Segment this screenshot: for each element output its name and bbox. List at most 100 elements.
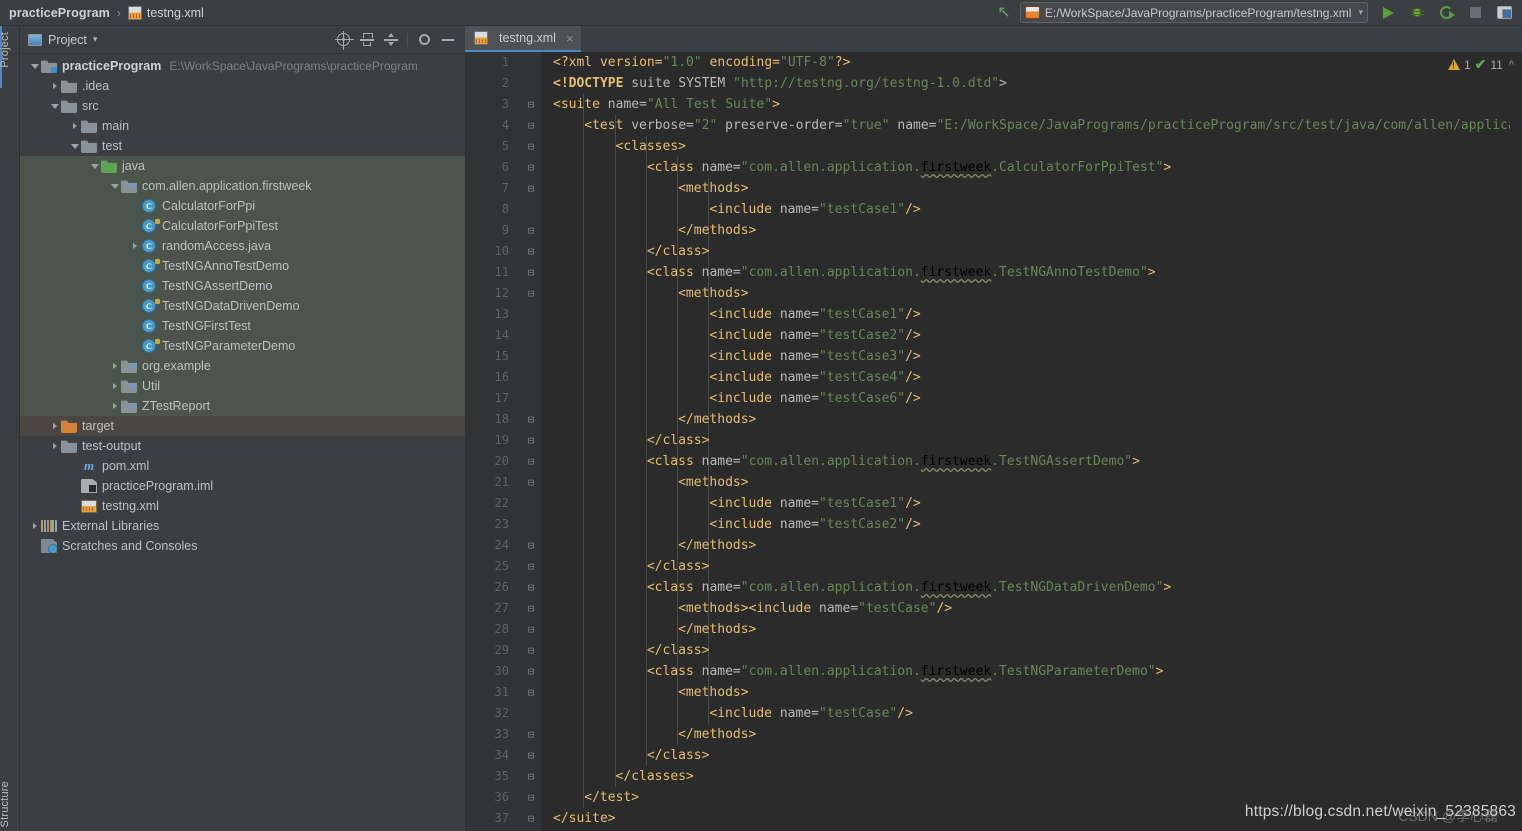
fold-marker-icon[interactable]: ⊟ [525,535,537,556]
debug-button[interactable] [1404,2,1430,24]
collapse-all-icon[interactable] [356,29,378,51]
tree-item-ztestreport[interactable]: ZTestReport [20,396,465,416]
run-configuration-selector[interactable]: N E:/WorkSpace/JavaPrograms/practiceProg… [1019,2,1368,23]
chevron-right-icon[interactable] [48,443,61,449]
fold-marker-icon[interactable]: ⊟ [525,577,537,598]
code-lines[interactable]: 1 <?xml version="1.0" encoding="UTF-8"?> 2… [465,52,1522,831]
code-line[interactable]: 21 ⊟ <methods> [465,472,1522,493]
fold-marker-icon[interactable]: ⊟ [525,262,537,283]
hide-panel-icon[interactable] [437,29,459,51]
tree-item-org-example[interactable]: org.example [20,356,465,376]
fold-marker-icon[interactable]: ⊟ [525,157,537,178]
select-opened-file-icon[interactable] [332,29,354,51]
chevron-down-icon[interactable]: ▾ [93,34,98,45]
code-line[interactable]: 8 <include name="testCase1"/> [465,199,1522,220]
code-line[interactable]: 26 ⊟ <class name="com.allen.application.fi… [465,577,1522,598]
project-tree[interactable]: practiceProgram E:\WorkSpace\JavaPrograms… [20,54,465,831]
fold-marker-icon[interactable]: ⊟ [525,136,537,157]
code-line[interactable]: 18 ⊟ </methods> [465,409,1522,430]
tree-item-calculatorforppi[interactable]: C CalculatorForPpi [20,196,465,216]
code-line[interactable]: 29 ⊟ </class> [465,640,1522,661]
code-line[interactable]: 31 ⊟ <methods> [465,682,1522,703]
editor-scrollbar[interactable] [1510,52,1522,831]
fold-marker-icon[interactable]: ⊟ [525,640,537,661]
code-line[interactable]: 14 <include name="testCase2"/> [465,325,1522,346]
tree-item-randomaccess-java[interactable]: CrandomAccess.java [20,236,465,256]
code-line[interactable]: 19 ⊟ </class> [465,430,1522,451]
close-icon[interactable]: × [566,31,574,46]
back-arrow-icon[interactable]: ↖ [991,2,1017,24]
code-editor[interactable]: 1 <?xml version="1.0" encoding="UTF-8"?> 2… [465,52,1522,831]
breadcrumb-file[interactable]: testng.xml [147,6,204,20]
tree-item-test-output[interactable]: test-output [20,436,465,456]
chevron-right-icon[interactable] [48,423,61,429]
code-line[interactable]: 24 ⊟ </methods> [465,535,1522,556]
chevron-down-icon[interactable] [48,103,61,109]
chevron-right-icon[interactable] [108,403,121,409]
tree-item-com-allen-application-firstweek[interactable]: com.allen.application.firstweek [20,176,465,196]
tree-item-scratches-and-consoles[interactable]: Scratches and Consoles [20,536,465,556]
fold-marker-icon[interactable]: ⊟ [525,220,537,241]
tree-item-practiceprogram-iml[interactable]: practiceProgram.iml [20,476,465,496]
fold-marker-icon[interactable]: ⊟ [525,808,537,829]
expand-all-icon[interactable] [380,29,402,51]
fold-marker-icon[interactable]: ⊟ [525,472,537,493]
chevron-right-icon[interactable] [108,363,121,369]
tree-item-testngparameterdemo[interactable]: C TestNGParameterDemo [20,336,465,356]
code-line[interactable]: 34 ⊟ </class> [465,745,1522,766]
code-line[interactable]: 20 ⊟ <class name="com.allen.application.fi… [465,451,1522,472]
tree-item-testngassertdemo[interactable]: C TestNGAssertDemo [20,276,465,296]
fold-marker-icon[interactable]: ⊟ [525,766,537,787]
tree-item-practiceprogram[interactable]: practiceProgram E:\WorkSpace\JavaPrograms… [20,56,465,76]
code-line[interactable]: 4 ⊟ <test verbose="2" preserve-order="true… [465,115,1522,136]
chevron-down-icon[interactable] [68,143,81,149]
fold-marker-icon[interactable]: ⊟ [525,598,537,619]
code-line[interactable]: 15 <include name="testCase3"/> [465,346,1522,367]
stop-button[interactable] [1462,2,1488,24]
fold-marker-icon[interactable]: ⊟ [525,556,537,577]
fold-marker-icon[interactable]: ⊟ [525,619,537,640]
fold-marker-icon[interactable]: ⊟ [525,178,537,199]
run-with-coverage-button[interactable] [1433,2,1459,24]
code-line[interactable]: 6 ⊟ <class name="com.allen.application.fir… [465,157,1522,178]
chevron-right-icon[interactable] [108,383,121,389]
tree-item-pom-xml[interactable]: m pom.xml [20,456,465,476]
chevron-up-icon[interactable]: ^ [1509,59,1514,71]
code-line[interactable]: 16 <include name="testCase4"/> [465,367,1522,388]
fold-marker-icon[interactable]: ⊟ [525,745,537,766]
code-line[interactable]: 12 ⊟ <methods> [465,283,1522,304]
inspection-status[interactable]: 1 ✔ 11 ^ [1447,56,1514,73]
tree-item-target[interactable]: target [20,416,465,436]
tree-item-testngannotestdemo[interactable]: C TestNGAnnoTestDemo [20,256,465,276]
fold-marker-icon[interactable]: ⊟ [525,94,537,115]
chevron-down-icon[interactable] [28,63,41,69]
fold-marker-icon[interactable]: ⊟ [525,724,537,745]
chevron-down-icon[interactable] [88,163,101,169]
code-line[interactable]: 7 ⊟ <methods> [465,178,1522,199]
tab-testng-xml[interactable]: testng.xml × [465,26,581,52]
code-line[interactable]: 2 <!DOCTYPE suite SYSTEM "http://testng.o… [465,73,1522,94]
code-line[interactable]: 32 <include name="testCase"/> [465,703,1522,724]
project-panel-title[interactable]: Project [48,33,87,47]
tree-item-util[interactable]: Util [20,376,465,396]
fold-marker-icon[interactable]: ⊟ [525,241,537,262]
tree-item-src[interactable]: src [20,96,465,116]
rail-button-project[interactable]: Project [0,32,19,68]
breadcrumb-project[interactable]: practiceProgram [9,6,110,20]
code-line[interactable]: 27 ⊟ <methods><include name="testCase"/> [465,598,1522,619]
code-line[interactable]: 28 ⊟ </methods> [465,619,1522,640]
code-line[interactable]: 3 ⊟ <suite name="All Test Suite"> [465,94,1522,115]
code-line[interactable]: 30 ⊟ <class name="com.allen.application.fi… [465,661,1522,682]
tree-item-test[interactable]: test [20,136,465,156]
code-line[interactable]: 13 <include name="testCase1"/> [465,304,1522,325]
fold-marker-icon[interactable]: ⊟ [525,787,537,808]
gear-icon[interactable] [413,29,435,51]
code-line[interactable]: 17 <include name="testCase6"/> [465,388,1522,409]
chevron-right-icon[interactable] [28,523,41,529]
chevron-right-icon[interactable] [48,83,61,89]
fold-marker-icon[interactable]: ⊟ [525,283,537,304]
fold-marker-icon[interactable]: ⊟ [525,661,537,682]
code-line[interactable]: 23 <include name="testCase2"/> [465,514,1522,535]
tree-item-external-libraries[interactable]: External Libraries [20,516,465,536]
tree-item-java[interactable]: java [20,156,465,176]
